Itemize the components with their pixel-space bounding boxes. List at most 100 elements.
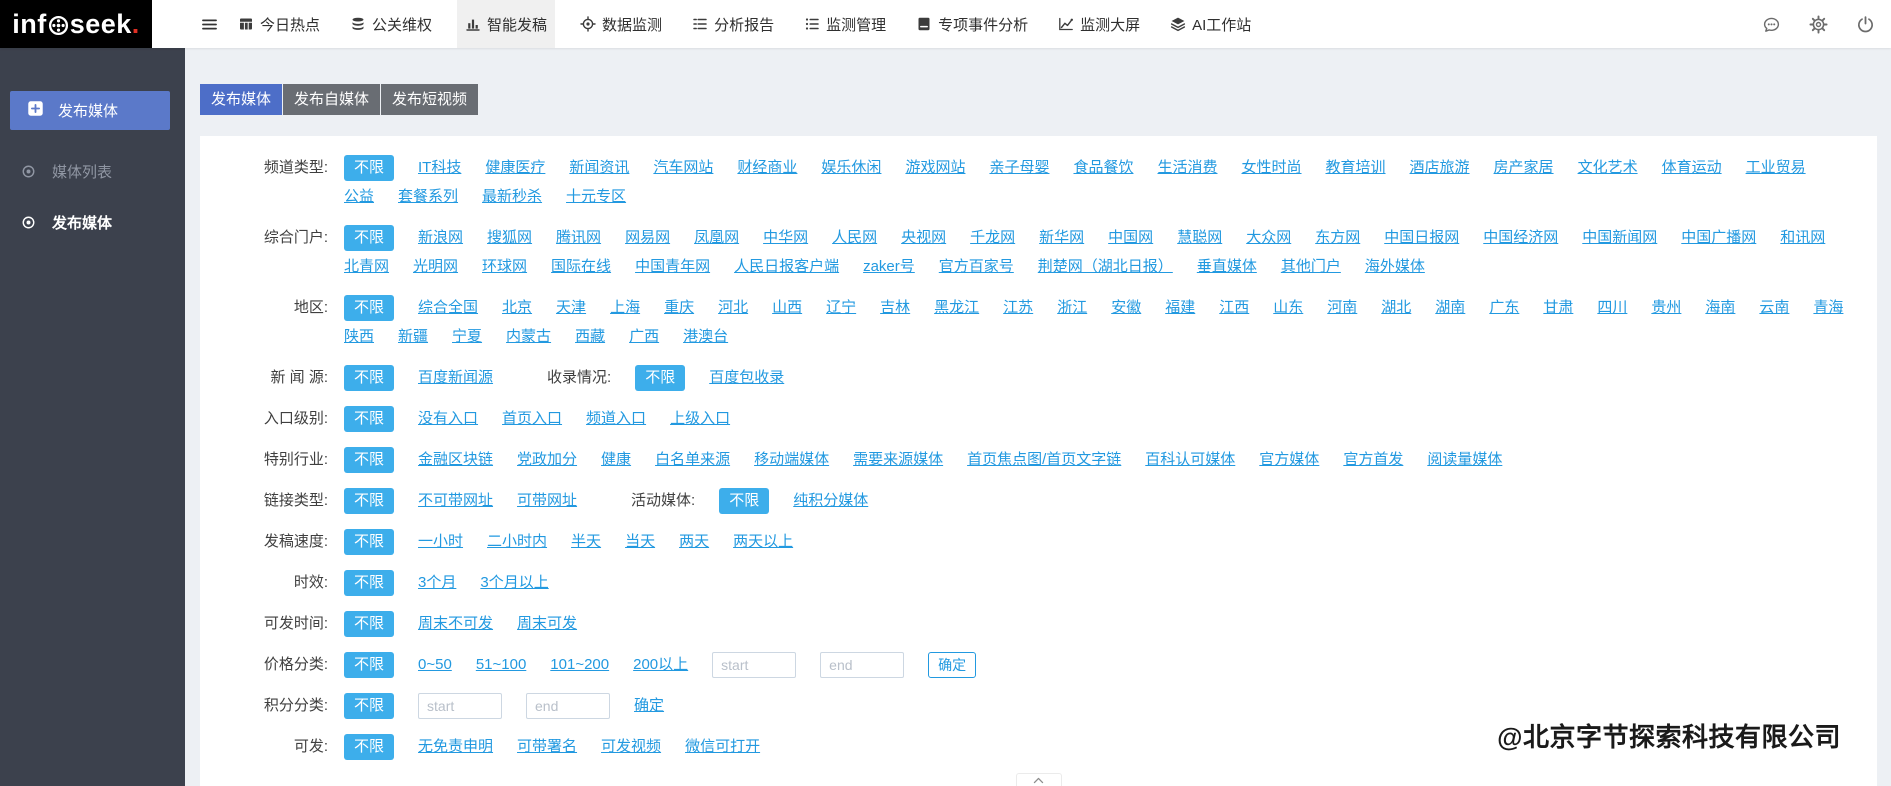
filter-option[interactable]: 可发视频 [601,734,661,760]
filter-option[interactable]: 3个月以上 [480,570,548,596]
filter-option[interactable]: 东方网 [1315,225,1360,251]
logout-button[interactable] [1856,15,1875,34]
filter-option[interactable]: 两天以上 [733,529,793,555]
filter-option[interactable]: 慧聪网 [1177,225,1222,251]
filter-option[interactable]: 娱乐休闲 [821,155,881,181]
filter-option[interactable]: 四川 [1597,295,1627,321]
filter-option-selected[interactable]: 不限 [344,225,394,251]
filter-option[interactable]: 宁夏 [452,324,482,350]
menu-icon[interactable] [200,0,219,48]
filter-option[interactable]: 首页焦点图/首页文字链 [967,447,1121,473]
filter-option[interactable]: 房产家居 [1494,155,1554,181]
filter-option[interactable]: 人民网 [832,225,877,251]
filter-option[interactable]: 安徽 [1111,295,1141,321]
filter-option-selected[interactable]: 不限 [344,447,394,473]
filter-option-selected[interactable]: 不限 [719,488,769,514]
nav-item-3[interactable]: 数据监测 [575,0,667,48]
sidebar-item-1[interactable]: 发布媒体 [0,212,185,233]
filter-option[interactable]: 半天 [571,529,601,555]
filter-option-selected[interactable]: 不限 [344,734,394,760]
filter-option[interactable]: 新华网 [1039,225,1084,251]
price-max-input[interactable] [820,652,904,678]
filter-option[interactable]: 百度包收录 [709,365,784,391]
sidebar-publish-button[interactable]: 发布媒体 [10,91,170,130]
filter-option-selected[interactable]: 不限 [344,406,394,432]
filter-option[interactable]: 山东 [1273,295,1303,321]
filter-option[interactable]: 纯积分媒体 [793,488,868,514]
settings-button[interactable] [1809,15,1828,34]
nav-item-0[interactable]: 今日热点 [233,0,325,48]
sidebar-item-0[interactable]: 媒体列表 [0,161,185,182]
filter-option[interactable]: 中国网 [1108,225,1153,251]
nav-item-6[interactable]: 专项事件分析 [911,0,1033,48]
filter-option[interactable]: 二小时内 [487,529,547,555]
filter-option[interactable]: 酒店旅游 [1410,155,1470,181]
filter-option[interactable]: 荆楚网（湖北日报） [1038,254,1173,280]
filter-option[interactable]: 没有入口 [418,406,478,432]
filter-option[interactable]: 工业贸易 [1746,155,1806,181]
collapse-button[interactable] [1016,773,1062,786]
filter-option[interactable]: 广东 [1489,295,1519,321]
filter-option[interactable]: 北京 [502,295,532,321]
filter-option[interactable]: 甘肃 [1543,295,1573,321]
filter-option[interactable]: 十元专区 [566,184,626,210]
filter-option[interactable]: 海南 [1705,295,1735,321]
filter-option[interactable]: 不可带网址 [418,488,493,514]
filter-option[interactable]: 公益 [344,184,374,210]
filter-option[interactable]: 当天 [625,529,655,555]
filter-option[interactable]: 新闻资讯 [569,155,629,181]
score-min-input[interactable] [418,693,502,719]
filter-option[interactable]: 文化艺术 [1578,155,1638,181]
filter-option-selected[interactable]: 不限 [344,488,394,514]
filter-option[interactable]: 网易网 [625,225,670,251]
filter-option[interactable]: 一小时 [418,529,463,555]
filter-option-selected[interactable]: 不限 [635,365,685,391]
filter-option-selected[interactable]: 不限 [344,529,394,555]
tab-1[interactable]: 发布自媒体 [283,84,380,115]
filter-option[interactable]: 西藏 [575,324,605,350]
filter-option-selected[interactable]: 不限 [344,693,394,719]
filter-option[interactable]: 广西 [629,324,659,350]
filter-option[interactable]: 千龙网 [970,225,1015,251]
filter-option-selected[interactable]: 不限 [344,295,394,321]
filter-option[interactable]: 白名单来源 [655,447,730,473]
filter-option[interactable]: 河南 [1327,295,1357,321]
filter-option[interactable]: 天津 [556,295,586,321]
filter-option[interactable]: 中华网 [763,225,808,251]
price-min-input[interactable] [712,652,796,678]
filter-option[interactable]: 最新秒杀 [482,184,542,210]
filter-option[interactable]: 青海 [1813,295,1843,321]
filter-option[interactable]: 人民日报客户端 [734,254,839,280]
filter-option[interactable]: 综合全国 [418,295,478,321]
filter-option[interactable]: 首页入口 [502,406,562,432]
filter-option[interactable]: 凤凰网 [694,225,739,251]
filter-option-selected[interactable]: 不限 [344,365,394,391]
filter-option[interactable]: 内蒙古 [506,324,551,350]
filter-option[interactable]: 51~100 [476,652,526,678]
filter-option[interactable]: 百度新闻源 [418,365,493,391]
filter-option[interactable]: 新疆 [398,324,428,350]
filter-option[interactable]: 亲子母婴 [989,155,1049,181]
filter-option[interactable]: 河北 [718,295,748,321]
filter-option[interactable]: 环球网 [482,254,527,280]
filter-option[interactable]: 101~200 [550,652,609,678]
filter-option[interactable]: 福建 [1165,295,1195,321]
filter-option[interactable]: 健康 [601,447,631,473]
filter-option[interactable]: IT科技 [418,155,461,181]
nav-item-5[interactable]: 监测管理 [799,0,891,48]
filter-option[interactable]: 百科认可媒体 [1145,447,1235,473]
filter-option[interactable]: 国际在线 [551,254,611,280]
filter-option[interactable]: 浙江 [1057,295,1087,321]
filter-option[interactable]: 金融区块链 [418,447,493,473]
filter-option[interactable]: 中国青年网 [635,254,710,280]
filter-option[interactable]: 党政加分 [517,447,577,473]
filter-option[interactable]: 无免责申明 [418,734,493,760]
nav-item-1[interactable]: 公关维权 [345,0,437,48]
filter-option[interactable]: 贵州 [1651,295,1681,321]
filter-option[interactable]: zaker号 [863,254,915,280]
filter-option[interactable]: 辽宁 [826,295,856,321]
nav-item-4[interactable]: 分析报告 [687,0,779,48]
filter-option[interactable]: 湖北 [1381,295,1411,321]
filter-option-selected[interactable]: 不限 [344,155,394,181]
nav-item-8[interactable]: AI工作站 [1165,0,1256,48]
